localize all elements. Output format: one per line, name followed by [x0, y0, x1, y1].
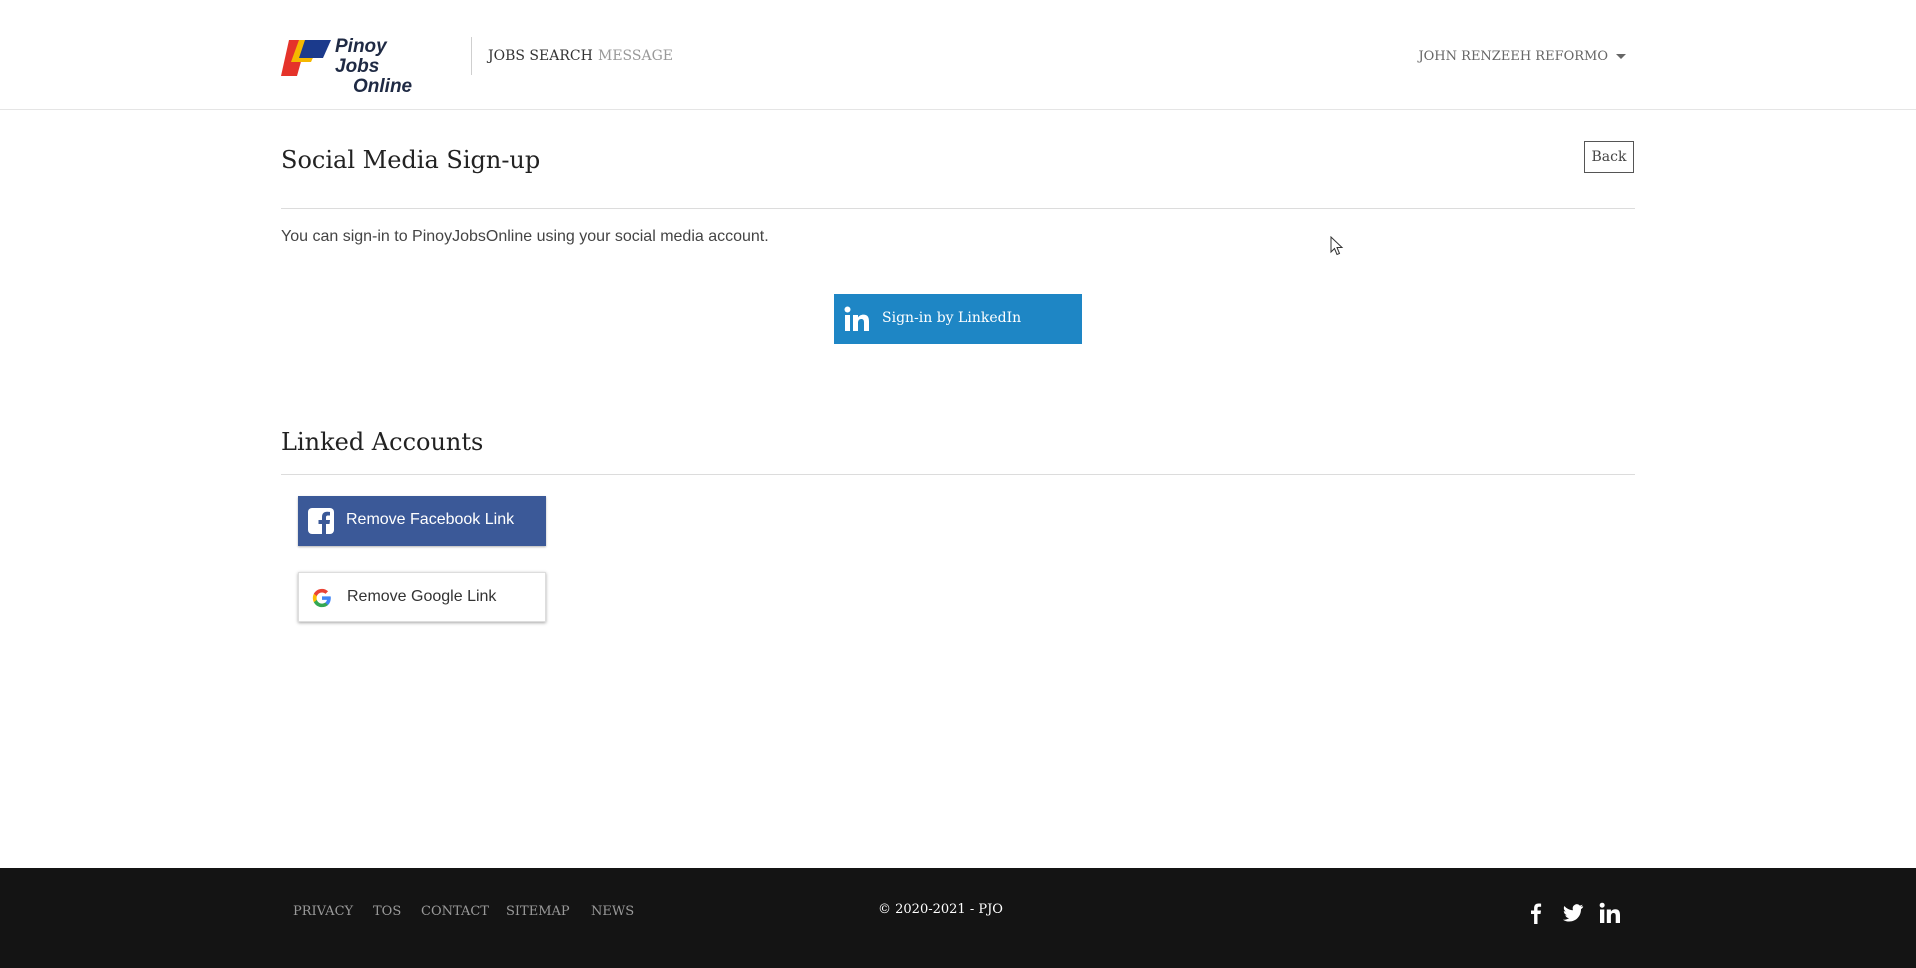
remove-google-link-button[interactable]: Remove Google Link [298, 572, 546, 622]
logo-mark-icon [281, 40, 331, 76]
footer-link-sitemap[interactable]: SITEMAP [506, 904, 570, 919]
page-description: You can sign-in to PinoyJobsOnline using… [281, 228, 769, 245]
footer-link-news[interactable]: NEWS [591, 904, 634, 919]
back-button[interactable]: Back [1584, 141, 1634, 173]
linkedin-signin-button[interactable]: Sign-in by LinkedIn [834, 294, 1082, 344]
pinoy-jobs-logo[interactable]: Pinoy Jobs Online [281, 36, 433, 97]
remove-google-link-label: Remove Google Link [347, 588, 497, 605]
facebook-icon [308, 508, 334, 534]
user-menu-dropdown[interactable]: JOHN RENZEEH REFORMO [1418, 49, 1626, 64]
mouse-cursor-icon [1330, 236, 1344, 256]
footer-copyright: © 2020-2021 - PJO [878, 902, 1003, 917]
google-icon [312, 588, 331, 608]
linked-accounts-divider [281, 474, 1635, 475]
remove-facebook-link-button[interactable]: Remove Facebook Link [298, 496, 546, 546]
footer-link-privacy[interactable]: PRIVACY [293, 904, 353, 919]
title-divider [281, 208, 1635, 209]
twitter-icon[interactable] [1562, 902, 1584, 924]
site-header: Pinoy Jobs Online JOBS SEARCH MESSAGE JO… [0, 0, 1916, 110]
linked-accounts-title: Linked Accounts [281, 428, 484, 456]
user-name: JOHN RENZEEH REFORMO [1418, 49, 1608, 64]
nav-message[interactable]: MESSAGE [598, 48, 673, 64]
page-title: Social Media Sign-up [281, 146, 541, 174]
site-footer: PRIVACY TOS CONTACT SITEMAP NEWS © 2020-… [0, 868, 1916, 968]
remove-facebook-link-label: Remove Facebook Link [346, 511, 515, 528]
linkedin-icon[interactable] [1599, 902, 1621, 924]
caret-down-icon [1616, 54, 1626, 59]
linkedin-signin-label: Sign-in by LinkedIn [882, 310, 1022, 326]
nav-divider [471, 37, 472, 75]
logo-text: Pinoy Jobs Online [335, 37, 433, 97]
logo-text-line1: Pinoy Jobs [335, 36, 387, 77]
logo-text-line2: Online [353, 76, 413, 97]
footer-link-tos[interactable]: TOS [373, 904, 401, 919]
facebook-icon[interactable] [1525, 902, 1547, 924]
footer-link-contact[interactable]: CONTACT [421, 904, 489, 919]
linkedin-icon [844, 306, 869, 331]
nav-jobs-search[interactable]: JOBS SEARCH [488, 48, 593, 64]
